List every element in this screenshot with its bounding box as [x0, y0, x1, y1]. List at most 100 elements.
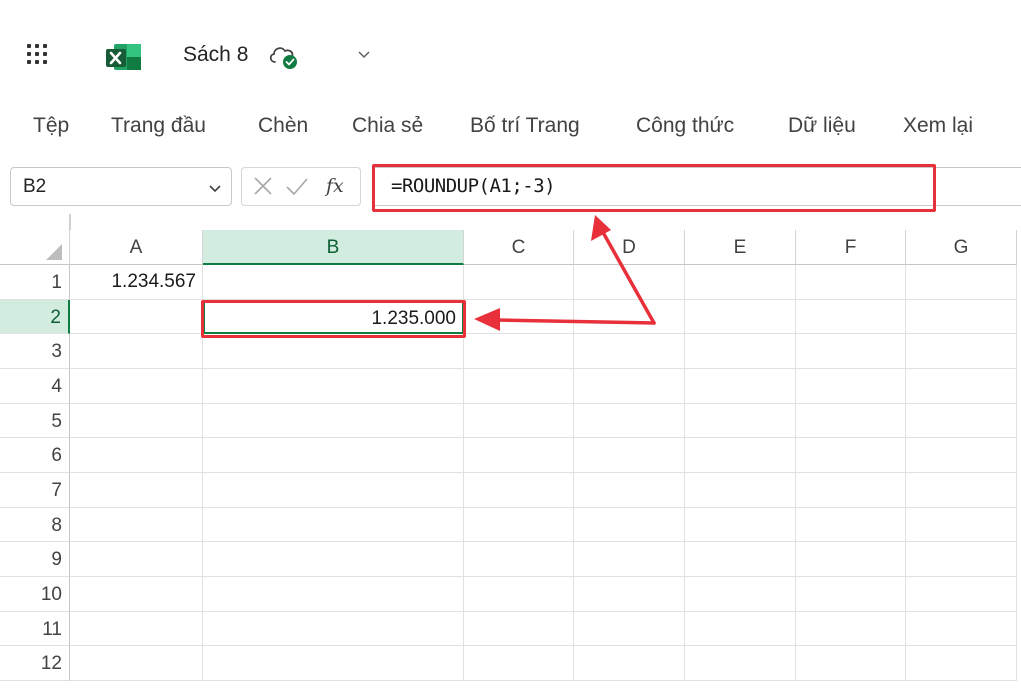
cell-e11[interactable] — [685, 611, 796, 647]
cell-d1[interactable] — [574, 265, 685, 300]
tab-review[interactable]: Xem lại — [903, 114, 973, 138]
cell-f5[interactable] — [796, 403, 906, 439]
cell-e8[interactable] — [685, 507, 796, 543]
column-header-g[interactable]: G — [906, 230, 1017, 265]
cell-g10[interactable] — [906, 577, 1017, 612]
cell-e12[interactable] — [685, 646, 796, 682]
cell-a8[interactable] — [70, 507, 203, 543]
row-header-4[interactable]: 4 — [0, 369, 70, 404]
document-title[interactable]: Sách 8 — [183, 43, 248, 67]
cell-a10[interactable] — [70, 577, 203, 612]
row-header-11[interactable]: 11 — [0, 611, 70, 647]
column-header-c[interactable]: C — [464, 230, 574, 265]
cell-f4[interactable] — [796, 369, 906, 404]
cell-a1[interactable]: 1.234.567 — [70, 265, 203, 300]
cell-b2[interactable]: 1.235.000 — [203, 299, 464, 335]
column-header-b[interactable]: B — [203, 230, 464, 265]
cell-a2[interactable] — [70, 299, 203, 335]
cell-e10[interactable] — [685, 577, 796, 612]
cell-b5[interactable] — [203, 403, 464, 439]
cell-c10[interactable] — [464, 577, 574, 612]
cell-d9[interactable] — [574, 542, 685, 578]
cell-a6[interactable] — [70, 438, 203, 473]
cell-g4[interactable] — [906, 369, 1017, 404]
cell-a7[interactable] — [70, 473, 203, 508]
cell-b10[interactable] — [203, 577, 464, 612]
cell-f6[interactable] — [796, 438, 906, 473]
cell-b1[interactable] — [203, 265, 464, 300]
waffle-icon[interactable] — [24, 42, 54, 68]
cell-c5[interactable] — [464, 403, 574, 439]
cell-d2[interactable] — [574, 299, 685, 335]
cell-f1[interactable] — [796, 265, 906, 300]
chevron-down-icon[interactable] — [207, 180, 223, 196]
cell-e1[interactable] — [685, 265, 796, 300]
cell-f3[interactable] — [796, 334, 906, 369]
cell-b11[interactable] — [203, 611, 464, 647]
cell-f11[interactable] — [796, 611, 906, 647]
cell-g6[interactable] — [906, 438, 1017, 473]
cell-e6[interactable] — [685, 438, 796, 473]
cell-c12[interactable] — [464, 646, 574, 682]
cell-a4[interactable] — [70, 369, 203, 404]
tab-share[interactable]: Chia sẻ — [352, 114, 423, 138]
row-header-8[interactable]: 8 — [0, 507, 70, 543]
cell-b3[interactable] — [203, 334, 464, 369]
excel-logo-icon[interactable] — [104, 41, 144, 73]
cell-b6[interactable] — [203, 438, 464, 473]
cell-f2[interactable] — [796, 299, 906, 335]
cell-d12[interactable] — [574, 646, 685, 682]
cell-g9[interactable] — [906, 542, 1017, 578]
tab-home[interactable]: Trang đầu — [111, 114, 206, 138]
name-box[interactable]: B2 — [10, 167, 232, 206]
cell-d4[interactable] — [574, 369, 685, 404]
enter-icon[interactable] — [284, 175, 310, 199]
cell-d8[interactable] — [574, 507, 685, 543]
cell-g7[interactable] — [906, 473, 1017, 508]
tab-formulas[interactable]: Công thức — [636, 114, 734, 138]
row-header-9[interactable]: 9 — [0, 542, 70, 578]
cell-g2[interactable] — [906, 299, 1017, 335]
worksheet-grid[interactable]: A B C D E F G 1 1.234.567 2 1.235.000 3 4 5 6 7 8 9 10 11 12 — [0, 230, 1021, 690]
cell-g12[interactable] — [906, 646, 1017, 682]
cell-f7[interactable] — [796, 473, 906, 508]
cell-e3[interactable] — [685, 334, 796, 369]
cell-e7[interactable] — [685, 473, 796, 508]
chevron-down-icon[interactable] — [354, 44, 374, 64]
row-header-10[interactable]: 10 — [0, 577, 70, 612]
cloud-saved-icon[interactable] — [266, 40, 302, 72]
cell-b9[interactable] — [203, 542, 464, 578]
cell-g8[interactable] — [906, 507, 1017, 543]
formula-input[interactable]: =ROUNDUP(A1;-3) — [372, 167, 1021, 206]
row-header-1[interactable]: 1 — [0, 265, 70, 300]
cell-b4[interactable] — [203, 369, 464, 404]
cell-d5[interactable] — [574, 403, 685, 439]
cell-c7[interactable] — [464, 473, 574, 508]
cell-c3[interactable] — [464, 334, 574, 369]
cell-d6[interactable] — [574, 438, 685, 473]
column-header-d[interactable]: D — [574, 230, 685, 265]
cell-f9[interactable] — [796, 542, 906, 578]
cell-c6[interactable] — [464, 438, 574, 473]
cell-f12[interactable] — [796, 646, 906, 682]
cell-e4[interactable] — [685, 369, 796, 404]
cell-e2[interactable] — [685, 299, 796, 335]
cell-a12[interactable] — [70, 646, 203, 682]
cell-a5[interactable] — [70, 403, 203, 439]
cell-f8[interactable] — [796, 507, 906, 543]
cell-c2[interactable] — [464, 299, 574, 335]
cell-c1[interactable] — [464, 265, 574, 300]
row-header-12[interactable]: 12 — [0, 646, 70, 682]
cell-c11[interactable] — [464, 611, 574, 647]
cell-g3[interactable] — [906, 334, 1017, 369]
cell-b12[interactable] — [203, 646, 464, 682]
cell-d11[interactable] — [574, 611, 685, 647]
cell-d7[interactable] — [574, 473, 685, 508]
cell-c4[interactable] — [464, 369, 574, 404]
row-header-2[interactable]: 2 — [0, 299, 70, 335]
cell-g5[interactable] — [906, 403, 1017, 439]
cell-c9[interactable] — [464, 542, 574, 578]
fx-icon[interactable]: fx — [326, 175, 352, 199]
row-header-5[interactable]: 5 — [0, 403, 70, 439]
cell-c8[interactable] — [464, 507, 574, 543]
